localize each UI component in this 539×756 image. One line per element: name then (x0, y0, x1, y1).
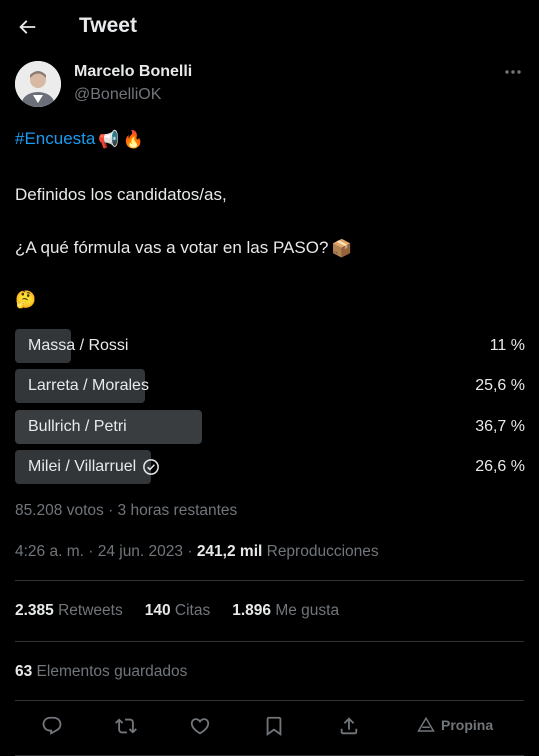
likes-stat[interactable]: 1.896 Me gusta (232, 602, 339, 620)
page-title: Tweet (79, 14, 137, 37)
poll-summary: 85.208 votos · 3 horas restantes (15, 502, 238, 519)
like-button[interactable] (187, 712, 213, 740)
poll-option-label: Massa / Rossi (28, 337, 129, 354)
engagement-stats: 2.385 Retweets 140 Citas 1.896 Me gusta (15, 602, 339, 620)
tweet-timestamp: 4:26 a. m. · 24 jun. 2023 · 241,2 mil Re… (15, 543, 379, 561)
poll-option-percent: 26,6 % (475, 458, 525, 475)
views-label: Reproducciones (262, 543, 379, 560)
poll-option: Larreta / Morales 25,6 % (15, 369, 525, 403)
views-count: 241,2 mil (196, 543, 263, 560)
tip-label: Propina (441, 717, 494, 733)
share-icon (340, 717, 358, 735)
poll-option-percent: 36,7 % (475, 418, 525, 435)
poll-option-label: Bullrich / Petri (28, 418, 127, 435)
action-bar: Propina (0, 712, 539, 744)
tweet-line-4: 🤔 (15, 290, 36, 310)
timestamp-text[interactable]: 4:26 a. m. · 24 jun. 2023 · (15, 543, 197, 560)
bookmarks-stat: 63 Elementos guardados (15, 663, 187, 681)
top-bar: Tweet (0, 0, 539, 56)
poll-option: Milei / Villarruel 26,6 % (15, 450, 525, 484)
megaphone-emoji: 📢 (98, 129, 120, 149)
reply-icon (42, 716, 62, 735)
tweet-line-1: #Encuesta 📢 🔥 (15, 129, 144, 150)
poll-option: Massa / Rossi 11 % (15, 329, 525, 363)
arrow-left-icon (19, 20, 36, 34)
divider (15, 700, 524, 701)
bookmark-button[interactable] (261, 712, 287, 740)
quotes-stat[interactable]: 140 Citas (145, 602, 211, 620)
bookmark-icon (266, 716, 282, 737)
tip-icon (417, 716, 435, 732)
author-handle[interactable]: @BonelliOK (74, 86, 161, 104)
poll-option-label: Milei / Villarruel (28, 458, 160, 476)
poll-option: Bullrich / Petri 36,7 % (15, 410, 525, 444)
hashtag-link[interactable]: #Encuesta (15, 129, 95, 148)
avatar[interactable] (15, 61, 61, 107)
check-circle-icon (143, 459, 160, 475)
retweets-stat[interactable]: 2.385 Retweets (15, 602, 123, 620)
bookmarks-label: Elementos guardados (32, 663, 188, 680)
heart-icon (190, 718, 210, 735)
back-button[interactable] (14, 14, 40, 40)
ballot-box-emoji: 📦 (331, 238, 353, 258)
tweet-line-2: Definidos los candidatos/as, (15, 185, 227, 204)
reply-button[interactable] (39, 712, 65, 740)
bookmarks-count: 63 (15, 663, 33, 680)
tweet-question: ¿A qué fórmula vas a votar en las PASO? (15, 238, 329, 257)
thinking-face-emoji: 🤔 (15, 290, 37, 309)
tip-button[interactable]: Propina (417, 716, 493, 734)
share-button[interactable] (336, 712, 362, 740)
author-name[interactable]: Marcelo Bonelli (74, 63, 192, 81)
tweet-line-3: ¿A qué fórmula vas a votar en las PASO? 📦 (15, 238, 353, 259)
ellipsis-icon (505, 70, 521, 74)
poll-option-label: Larreta / Morales (28, 377, 149, 394)
poll-option-percent: 25,6 % (475, 377, 525, 394)
divider (15, 641, 524, 642)
more-options-button[interactable] (500, 62, 526, 82)
fire-emoji: 🔥 (122, 129, 144, 149)
divider (15, 580, 524, 581)
retweet-icon (115, 718, 137, 734)
poll-option-percent: 11 % (489, 337, 525, 354)
retweet-button[interactable] (113, 712, 139, 740)
